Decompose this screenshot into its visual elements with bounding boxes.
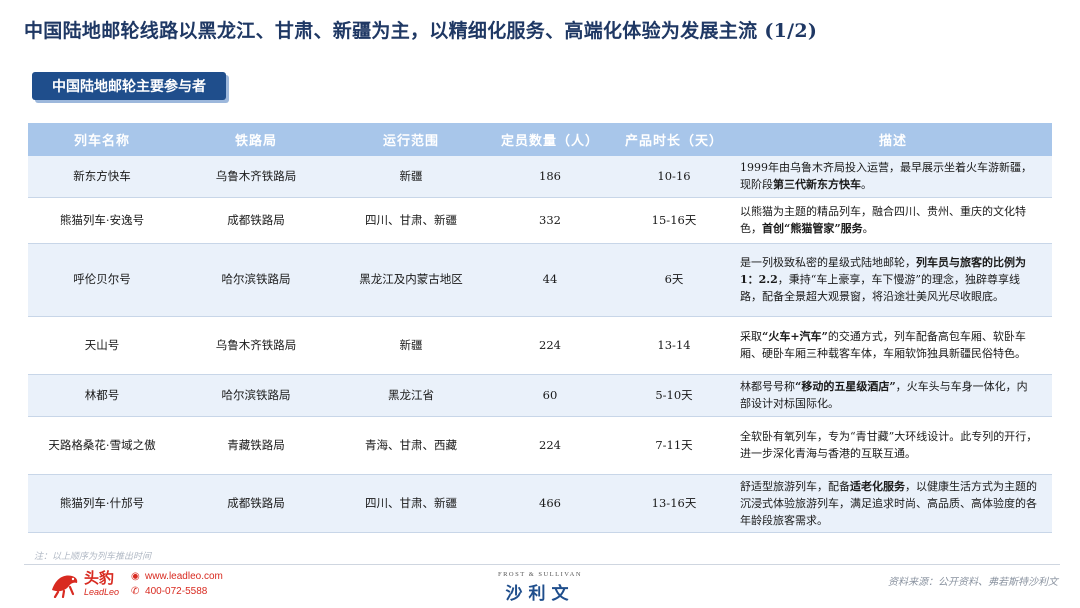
header-railway-bureau: 铁路局	[176, 123, 336, 156]
participants-table-container: 列车名称 铁路局 运行范围 定员数量（人） 产品时长（天） 描述 新东方快车 乌鲁…	[28, 123, 1052, 533]
cell-train-name: 天山号	[28, 316, 176, 375]
cell-operating-range: 新疆	[336, 156, 486, 198]
cell-duration: 13-16天	[614, 474, 734, 533]
page-title: 中国陆地邮轮线路以黑龙江、甘肃、新疆为主，以精细化服务、高端化体验为发展主流 (…	[24, 20, 818, 42]
globe-icon: ◉	[131, 571, 140, 582]
description-text: ，秉持“车上豪享，车下慢游”的理念，独辟尊享线路，配备全景超大观景窗，将沿途壮美…	[740, 273, 1021, 303]
table-row: 林都号 哈尔滨铁路局 黑龙江省 60 5-10天 林都号号称“移动的五星级酒店”，火车头与…	[28, 374, 1052, 417]
cell-train-name: 熊猫列车·安逸号	[28, 197, 176, 244]
header-description: 描述	[734, 123, 1052, 156]
cell-description: 是一列极致私密的星级式陆地邮轮，列车员与旅客的比例为1：2.2，秉持“车上豪享，…	[734, 243, 1052, 317]
table-row: 熊猫列车·安逸号 成都铁路局 四川、甘肃、新疆 332 15-16天 以熊猫为主题的精品列…	[28, 197, 1052, 244]
logo-text: 头豹 LeadLeo	[84, 571, 119, 597]
header-train-name: 列车名称	[28, 123, 176, 156]
cell-description: 以熊猫为主题的精品列车，融合四川、贵州、重庆的文化特色，首创“熊猫管家”服务。	[734, 197, 1052, 244]
description-text: 采取	[740, 330, 762, 343]
cell-description: 林都号号称“移动的五星级酒店”，火车头与车身一体化，内部设计对标国际化。	[734, 374, 1052, 417]
phone-number: 400-072-5588	[145, 586, 208, 597]
website-link[interactable]: www.leadleo.com	[145, 569, 223, 584]
cell-description: 采取“火车+汽车”的交通方式，列车配备高包车厢、软卧车厢、硬卧车厢三种载客车体，…	[734, 316, 1052, 375]
cell-train-name: 呼伦贝尔号	[28, 243, 176, 317]
footer-divider	[24, 564, 1060, 565]
description-text: 全软卧有氧列车，专为“青甘藏”大环线设计。此专列的开行，进一步深化青海与香港的互…	[740, 430, 1038, 460]
description-highlight: 适老化服务	[850, 479, 905, 493]
table-row: 天路格桑花·雪域之傲 青藏铁路局 青海、甘肃、西藏 224 7-11天 全软卧有氧列车，专…	[28, 416, 1052, 475]
frost-sullivan-logo: FROST & SULLIVAN 沙利文	[488, 571, 592, 604]
cell-duration: 7-11天	[614, 416, 734, 475]
cell-capacity: 332	[486, 197, 614, 244]
cell-capacity: 224	[486, 416, 614, 475]
partner-en: FROST & SULLIVAN	[497, 571, 583, 578]
cell-train-name: 熊猫列车·什邡号	[28, 474, 176, 533]
partner-cn: 沙利文	[505, 584, 575, 604]
cell-duration: 5-10天	[614, 374, 734, 417]
logo-en: LeadLeo	[84, 587, 120, 597]
description-highlight: 首创“熊猫管家”服务	[762, 222, 863, 235]
phone-icon: ✆	[131, 586, 140, 597]
cell-capacity: 224	[486, 316, 614, 375]
description-highlight: “移动的五星级酒店”	[795, 380, 896, 393]
cell-railway-bureau: 乌鲁木齐铁路局	[176, 156, 336, 198]
header-capacity: 定员数量（人）	[486, 123, 614, 156]
cell-railway-bureau: 哈尔滨铁路局	[176, 243, 336, 317]
description-text: 林都号号称	[740, 380, 795, 393]
description-text: 舒适型旅游列车，配备	[740, 479, 850, 493]
cell-description: 舒适型旅游列车，配备适老化服务，以健康生活方式为主题的沉浸式体验旅游列车，满足追…	[734, 474, 1052, 533]
cell-duration: 6天	[614, 243, 734, 317]
cell-capacity: 466	[486, 474, 614, 533]
description-text: 。	[862, 222, 874, 235]
participants-table: 列车名称 铁路局 运行范围 定员数量（人） 产品时长（天） 描述 新东方快车 乌鲁…	[28, 123, 1052, 533]
cell-railway-bureau: 成都铁路局	[176, 197, 336, 244]
table-body: 新东方快车 乌鲁木齐铁路局 新疆 186 10-16 1999年由乌鲁木齐局投入运营，最早…	[28, 156, 1052, 533]
cell-railway-bureau: 青藏铁路局	[176, 416, 336, 475]
table-row: 天山号 乌鲁木齐铁路局 新疆 224 13-14 采取“火车+汽车”的交通方式，列车配备高…	[28, 316, 1052, 375]
cell-operating-range: 黑龙江及内蒙古地区	[336, 243, 486, 317]
cell-description: 1999年由乌鲁木齐局投入运营，最早展示坐着火车游新疆，现阶段第三代新东方快车。	[734, 156, 1052, 198]
description-text: 。	[861, 178, 872, 192]
description-highlight: “火车+汽车”	[762, 330, 828, 343]
cell-duration: 10-16	[614, 156, 734, 198]
cell-operating-range: 四川、甘肃、新疆	[336, 474, 486, 533]
cell-operating-range: 四川、甘肃、新疆	[336, 197, 486, 244]
website-row[interactable]: ◉ www.leadleo.com	[131, 569, 223, 584]
cell-train-name: 天路格桑花·雪域之傲	[28, 416, 176, 475]
section-tag: 中国陆地邮轮主要参与者	[32, 72, 226, 100]
phone-row: ✆ 400-072-5588	[131, 584, 223, 599]
cell-train-name: 林都号	[28, 374, 176, 417]
cell-capacity: 60	[486, 374, 614, 417]
cell-duration: 15-16天	[614, 197, 734, 244]
description-text: 是一列极致私密的星级式陆地邮轮，	[740, 256, 916, 269]
contact-info: ◉ www.leadleo.com ✆ 400-072-5588	[131, 569, 223, 599]
cell-railway-bureau: 哈尔滨铁路局	[176, 374, 336, 417]
header-operating-range: 运行范围	[336, 123, 486, 156]
logo-cn: 头豹	[84, 570, 115, 587]
leadleo-logo-block: 头豹 LeadLeo ◉ www.leadleo.com ✆ 400-072-5…	[50, 569, 223, 599]
leopard-logo-icon	[50, 570, 80, 599]
table-row: 熊猫列车·什邡号 成都铁路局 四川、甘肃、新疆 466 13-16天 舒适型旅游列车，配备…	[28, 474, 1052, 533]
header-duration: 产品时长（天）	[614, 123, 734, 156]
cell-capacity: 44	[486, 243, 614, 317]
cell-railway-bureau: 成都铁路局	[176, 474, 336, 533]
source-note: 资料来源：公开资料、弗若斯特沙利文	[888, 577, 1058, 588]
table-row: 呼伦贝尔号 哈尔滨铁路局 黑龙江及内蒙古地区 44 6天 是一列极致私密的星级式陆地邮轮，…	[28, 243, 1052, 317]
cell-railway-bureau: 乌鲁木齐铁路局	[176, 316, 336, 375]
cell-operating-range: 新疆	[336, 316, 486, 375]
cell-operating-range: 黑龙江省	[336, 374, 486, 417]
cell-description: 全软卧有氧列车，专为“青甘藏”大环线设计。此专列的开行，进一步深化青海与香港的互…	[734, 416, 1052, 475]
table-row: 新东方快车 乌鲁木齐铁路局 新疆 186 10-16 1999年由乌鲁木齐局投入运营，最早…	[28, 156, 1052, 198]
description-highlight: 第三代新东方快车	[773, 178, 861, 192]
cell-duration: 13-14	[614, 316, 734, 375]
cell-capacity: 186	[486, 156, 614, 198]
table-header-row: 列车名称 铁路局 运行范围 定员数量（人） 产品时长（天） 描述	[28, 123, 1052, 156]
cell-train-name: 新东方快车	[28, 156, 176, 198]
cell-operating-range: 青海、甘肃、西藏	[336, 416, 486, 475]
footnote: 注：以上顺序为列车推出时间	[34, 552, 152, 562]
